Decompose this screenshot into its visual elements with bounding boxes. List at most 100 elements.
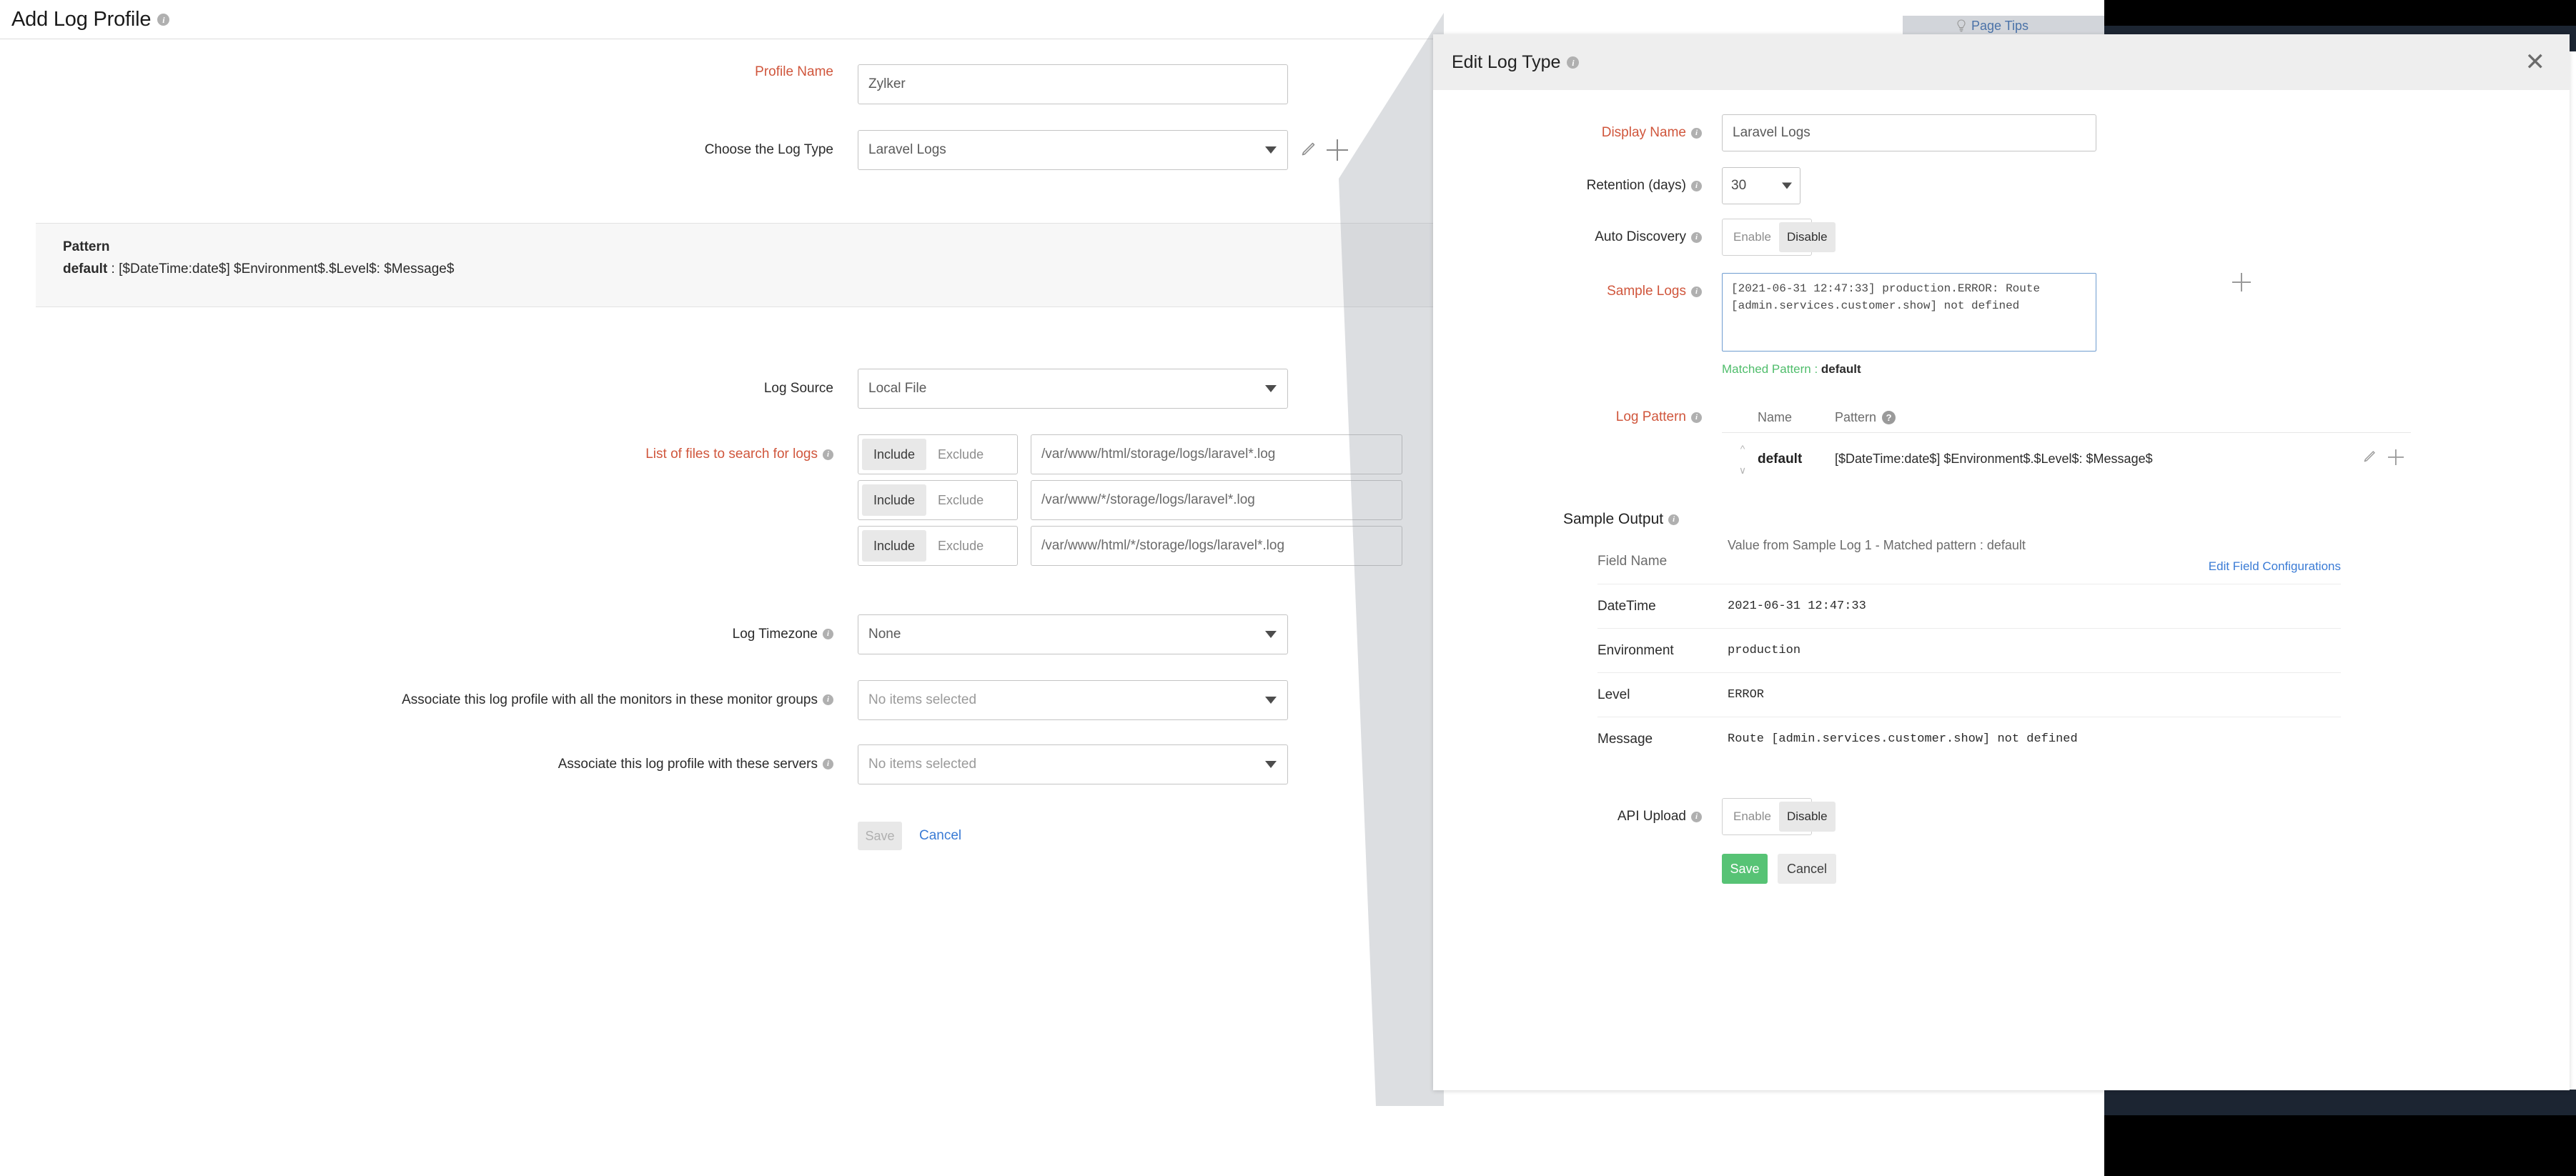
retention-select[interactable]: 30 bbox=[1722, 167, 1800, 204]
table-row: Level ERROR bbox=[1597, 672, 2341, 717]
modal-save-button[interactable]: Save bbox=[1722, 854, 1768, 884]
edit-pattern-pencil-icon[interactable] bbox=[2361, 449, 2377, 469]
chevron-up-icon[interactable]: ^ bbox=[1740, 444, 1745, 454]
file-list-label-text: List of files to search for logs bbox=[645, 446, 818, 462]
include-exclude-toggle[interactable]: Include Exclude bbox=[858, 526, 1018, 566]
display-name-info-icon[interactable]: i bbox=[1691, 127, 1702, 139]
log-pattern-label: Log Pattern i bbox=[1433, 402, 1722, 432]
modal-title-info-icon[interactable]: i bbox=[1567, 56, 1580, 69]
include-segment[interactable]: Include bbox=[862, 530, 927, 562]
sample-output-field: Environment bbox=[1597, 642, 1674, 658]
auto-discovery-enable[interactable]: Enable bbox=[1725, 222, 1779, 252]
retention-label-text: Retention (days) bbox=[1586, 178, 1686, 193]
app-screen: Page Tips Add Log Profile i Profile Name … bbox=[0, 0, 2576, 1176]
sample-logs-textarea[interactable]: [2021-06-31 12:47:33] production.ERROR: … bbox=[1722, 273, 2096, 352]
api-upload-info-icon[interactable]: i bbox=[1691, 811, 1702, 822]
profile-save-button[interactable]: Save bbox=[858, 822, 902, 850]
include-exclude-toggle[interactable]: Include Exclude bbox=[858, 434, 1018, 474]
log-timezone-select-box[interactable]: None bbox=[858, 614, 1288, 654]
column-header-name: Name bbox=[1758, 409, 1793, 424]
add-log-type-plus-icon[interactable] bbox=[1327, 139, 1348, 161]
log-timezone-select[interactable]: None bbox=[858, 614, 1288, 654]
page-title-info-icon[interactable]: i bbox=[157, 14, 170, 26]
edit-log-type-pencil-icon[interactable] bbox=[1298, 141, 1317, 159]
sample-output-value-header: Value from Sample Log 1 - Matched patter… bbox=[1728, 538, 2026, 552]
log-type-label-text: Choose the Log Type bbox=[704, 141, 833, 157]
sample-output-table-header: Field Name Value from Sample Log 1 - Mat… bbox=[1597, 538, 2341, 584]
sample-output-value: production bbox=[1728, 644, 1801, 657]
modal-header: Edit Log Type i ✕ bbox=[1433, 34, 2570, 90]
auto-discovery-toggle[interactable]: Enable Disable bbox=[1722, 219, 1836, 256]
log-source-select[interactable]: Local File bbox=[858, 369, 1288, 409]
servers-info-icon[interactable]: i bbox=[823, 759, 833, 770]
api-upload-enable[interactable]: Enable bbox=[1725, 802, 1779, 832]
chrome-band-black-top bbox=[2104, 0, 2576, 26]
log-type-select-box[interactable]: Laravel Logs bbox=[858, 130, 1288, 170]
auto-discovery-info-icon[interactable]: i bbox=[1691, 231, 1702, 243]
file-path-input[interactable] bbox=[1031, 480, 1402, 520]
monitor-groups-info-icon[interactable]: i bbox=[823, 694, 833, 706]
modal-cancel-button[interactable]: Cancel bbox=[1778, 854, 1836, 884]
field-auto-discovery: Auto Discovery i Enable Disable bbox=[1433, 219, 2570, 256]
api-upload-toggle[interactable]: Enable Disable bbox=[1722, 798, 1836, 835]
question-mark-icon[interactable]: ? bbox=[1882, 410, 1896, 424]
exclude-segment[interactable]: Exclude bbox=[926, 484, 995, 516]
auto-discovery-label: Auto Discovery i bbox=[1433, 219, 1722, 256]
api-upload-disable[interactable]: Disable bbox=[1778, 802, 1836, 832]
api-upload-label-text: API Upload bbox=[1617, 809, 1686, 824]
exclude-segment[interactable]: Exclude bbox=[926, 530, 995, 562]
profile-name-input[interactable] bbox=[858, 64, 1288, 104]
close-icon[interactable]: ✕ bbox=[2525, 50, 2546, 74]
servers-select-box[interactable]: No items selected bbox=[858, 744, 1288, 784]
file-path-input[interactable] bbox=[1031, 434, 1402, 474]
retention-label: Retention (days) i bbox=[1433, 167, 1722, 204]
servers-label-text: Associate this log profile with these se… bbox=[558, 756, 818, 772]
include-exclude-toggle[interactable]: Include Exclude bbox=[858, 480, 1018, 520]
sample-output-value: 2021-06-31 12:47:33 bbox=[1728, 599, 1866, 613]
servers-label: Associate this log profile with these se… bbox=[0, 757, 858, 773]
log-pattern-table-header: Name Pattern? bbox=[1722, 402, 2411, 432]
page-tips-link[interactable]: Page Tips bbox=[1956, 16, 2028, 36]
display-name-input[interactable] bbox=[1722, 114, 2096, 151]
file-list-info-icon[interactable]: i bbox=[823, 449, 833, 460]
reorder-arrows[interactable]: ^ ∨ bbox=[1728, 444, 1758, 475]
servers-select[interactable]: No items selected bbox=[858, 744, 1288, 784]
include-segment[interactable]: Include bbox=[862, 484, 927, 516]
monitor-groups-select-box[interactable]: No items selected bbox=[858, 680, 1288, 720]
sample-output-info-icon[interactable]: i bbox=[1668, 514, 1680, 525]
chevron-down-icon[interactable]: ∨ bbox=[1739, 465, 1746, 475]
log-type-select[interactable]: Laravel Logs bbox=[858, 130, 1288, 170]
file-path-input[interactable] bbox=[1031, 526, 1402, 566]
table-row: Message Route [admin.services.customer.s… bbox=[1597, 717, 2341, 761]
auto-discovery-label-text: Auto Discovery bbox=[1595, 229, 1686, 244]
servers-value: No items selected bbox=[868, 757, 977, 772]
pattern-separator: : bbox=[107, 261, 119, 276]
retention-value: 30 bbox=[1731, 178, 1747, 193]
sample-output-field: DateTime bbox=[1597, 598, 1656, 614]
field-retention: Retention (days) i 30 bbox=[1433, 167, 2570, 204]
exclude-segment[interactable]: Exclude bbox=[926, 439, 995, 470]
edit-field-configurations-link[interactable]: Edit Field Configurations bbox=[1728, 559, 2341, 574]
monitor-groups-value: No items selected bbox=[868, 692, 977, 707]
add-sample-log-plus-icon[interactable] bbox=[2232, 273, 2251, 291]
log-source-select-box[interactable]: Local File bbox=[858, 369, 1288, 409]
sample-output-table: Field Name Value from Sample Log 1 - Mat… bbox=[1597, 538, 2341, 761]
file-row: Include Exclude bbox=[858, 526, 1402, 566]
column-header-field-name: Field Name bbox=[1597, 554, 1668, 569]
include-segment[interactable]: Include bbox=[862, 439, 927, 470]
monitor-groups-select[interactable]: No items selected bbox=[858, 680, 1288, 720]
log-pattern-info-icon[interactable]: i bbox=[1691, 412, 1702, 423]
auto-discovery-disable[interactable]: Disable bbox=[1778, 222, 1836, 252]
add-pattern-plus-icon[interactable] bbox=[2388, 449, 2404, 469]
sample-logs-info-icon[interactable]: i bbox=[1691, 286, 1702, 297]
log-timezone-info-icon[interactable]: i bbox=[823, 629, 833, 640]
profile-cancel-button[interactable]: Cancel bbox=[915, 827, 966, 844]
matched-pattern: Matched Pattern : default bbox=[1722, 362, 2096, 377]
log-type-label: Choose the Log Type bbox=[0, 142, 858, 159]
display-name-label: Display Name i bbox=[1433, 114, 1722, 151]
log-source-label-text: Log Source bbox=[763, 380, 833, 396]
log-pattern-value: [$DateTime:date$] $Environment$.$Level$:… bbox=[1835, 452, 2153, 466]
column-header-pattern-text: Pattern bbox=[1835, 409, 1877, 424]
sample-output-field: Message bbox=[1597, 731, 1653, 747]
retention-info-icon[interactable]: i bbox=[1691, 180, 1702, 191]
